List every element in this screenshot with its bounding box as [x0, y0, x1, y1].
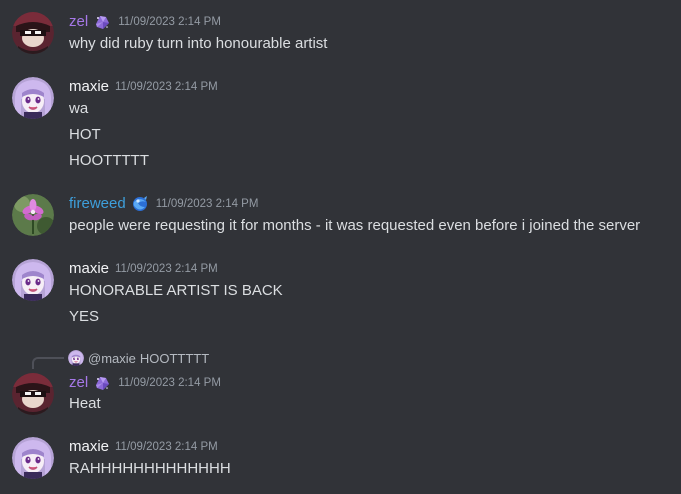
timestamp: 11/09/2023 2:14 PM — [115, 441, 218, 453]
reply-connector — [32, 357, 64, 369]
username[interactable]: zel — [69, 373, 88, 393]
avatar-zel[interactable] — [12, 373, 54, 415]
avatar-maxie[interactable] — [12, 77, 54, 119]
message-header: zel 11/09/2023 2:14 PM — [69, 12, 221, 32]
message-text: HOOTTTTT — [69, 152, 149, 169]
avatar-image — [12, 12, 54, 54]
message-text: HONORABLE ARTIST IS BACK — [69, 282, 283, 299]
avatar-image — [12, 194, 54, 236]
reply-reference[interactable]: @maxie HOOTTTTT — [68, 349, 209, 367]
message-header: maxie 11/09/2023 2:14 PM — [69, 437, 218, 457]
purple-crystal-icon — [92, 373, 112, 393]
purple-crystal-icon — [92, 12, 112, 32]
timestamp: 11/09/2023 2:14 PM — [155, 198, 259, 210]
avatar-image — [12, 437, 54, 479]
message-header: maxie 11/09/2023 2:14 PM — [69, 77, 218, 97]
message-header: fireweed 11/09/2023 2:14 PM — [69, 194, 258, 214]
message-text: Heat — [69, 395, 101, 412]
timestamp: 11/09/2023 2:14 PM — [118, 16, 221, 28]
username[interactable]: maxie — [69, 437, 109, 457]
avatar-zel[interactable] — [12, 12, 54, 54]
avatar-maxie[interactable] — [12, 437, 54, 479]
message-text: YES — [69, 308, 100, 325]
timestamp: 11/09/2023 2:14 PM — [118, 377, 221, 389]
message-header: maxie 11/09/2023 2:14 PM — [69, 259, 218, 279]
message-text: HOT — [69, 126, 101, 143]
timestamp: 11/09/2023 2:14 PM — [115, 81, 218, 93]
avatar-image — [12, 259, 54, 301]
username[interactable]: maxie — [69, 77, 109, 97]
avatar-image — [12, 77, 54, 119]
timestamp: 11/09/2023 2:14 PM — [115, 263, 218, 275]
reply-mention[interactable]: @maxie — [88, 351, 136, 366]
username[interactable]: zel — [69, 12, 88, 32]
message-header: zel 11/09/2023 2:14 PM — [69, 373, 221, 393]
blue-orb-icon — [130, 194, 150, 214]
reply-avatar — [68, 350, 84, 366]
message-text: RAHHHHHHHHHHHHH — [69, 460, 231, 477]
username[interactable]: maxie — [69, 259, 109, 279]
message-text: people were requesting it for months - i… — [69, 217, 641, 234]
avatar-image — [12, 373, 54, 415]
chat-message-list: zel 11/09/2023 2:14 PM why did ruby turn… — [0, 0, 681, 494]
avatar-maxie[interactable] — [12, 259, 54, 301]
avatar-fireweed[interactable] — [12, 194, 54, 236]
message-text: why did ruby turn into honourable artist — [69, 35, 328, 52]
message-text: wa — [69, 100, 89, 117]
username[interactable]: fireweed — [69, 194, 126, 214]
reply-preview-text[interactable]: HOOTTTTT — [140, 351, 209, 366]
